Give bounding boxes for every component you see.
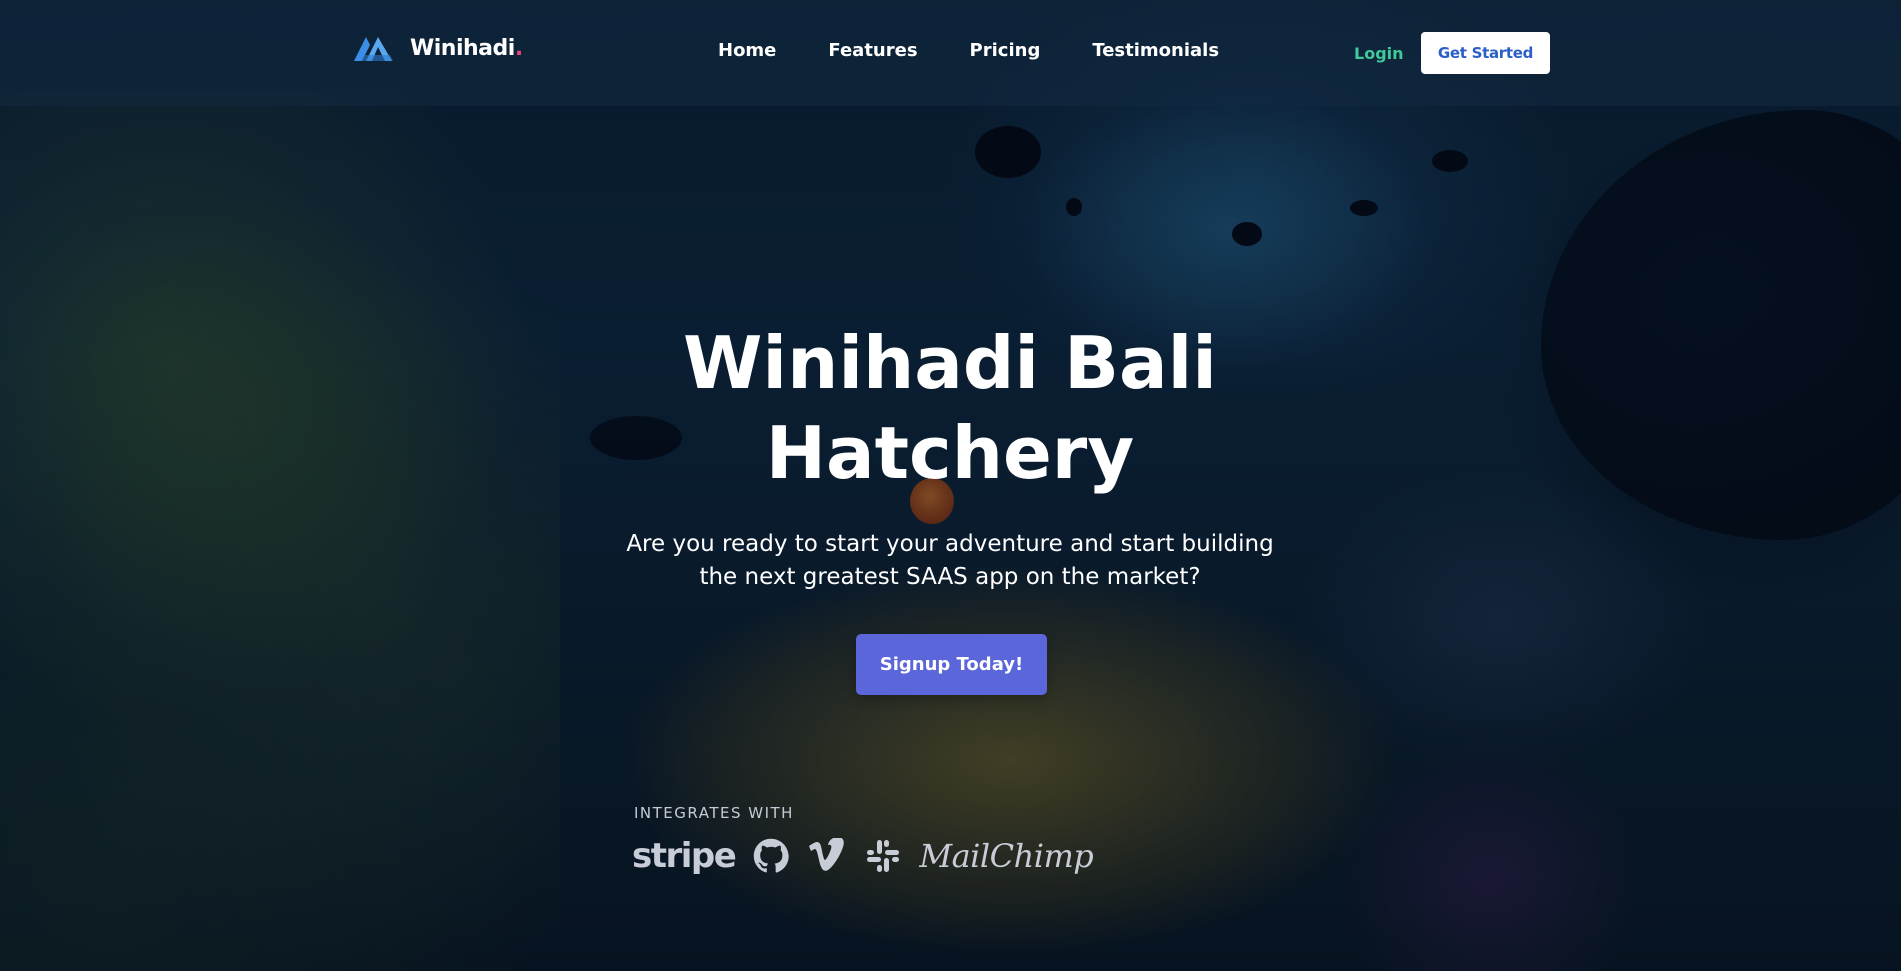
brand-name: Winihadi. <box>410 36 523 61</box>
slack-icon <box>865 838 901 874</box>
signup-today-button[interactable]: Signup Today! <box>856 634 1047 695</box>
hero-title: Winihadi Bali Hatchery <box>600 318 1300 498</box>
main-nav: Home Features Pricing Testimonials <box>718 40 1271 61</box>
github-icon <box>753 838 790 874</box>
nav-testimonials[interactable]: Testimonials <box>1092 40 1219 61</box>
landing-page: Winihadi. Home Features Pricing Testimon… <box>0 0 1901 971</box>
hero-title-line-1: Winihadi Bali <box>683 321 1217 405</box>
hero-subtitle-line-2: the next greatest SAAS app on the market… <box>699 564 1201 590</box>
site-header: Winihadi. Home Features Pricing Testimon… <box>0 0 1901 106</box>
slack-icon-svg <box>867 840 900 872</box>
brand-name-text: Winihadi <box>410 35 515 61</box>
brand-logo-link[interactable]: Winihadi. <box>352 33 523 63</box>
nav-home[interactable]: Home <box>718 40 776 61</box>
get-started-button[interactable]: Get Started <box>1421 32 1550 74</box>
integrates-with-label: INTEGRATES WITH <box>634 804 794 822</box>
mailchimp-logo: MailChimp <box>919 837 1094 875</box>
nav-pricing[interactable]: Pricing <box>970 40 1041 61</box>
mountain-logo-icon <box>354 37 393 61</box>
hero-subtitle: Are you ready to start your adventure an… <box>600 528 1300 594</box>
vimeo-icon-svg <box>809 838 845 871</box>
hero-subtitle-line-1: Are you ready to start your adventure an… <box>626 531 1274 557</box>
github-icon-svg <box>754 838 790 873</box>
nav-features[interactable]: Features <box>828 40 917 61</box>
vimeo-icon <box>807 838 847 874</box>
brand-dot: . <box>514 35 523 61</box>
hero-title-line-2: Hatchery <box>765 411 1135 495</box>
login-link[interactable]: Login <box>1354 44 1404 63</box>
integrations-logos: stripe MailChimp <box>632 836 1111 876</box>
stripe-logo: stripe <box>632 836 737 876</box>
